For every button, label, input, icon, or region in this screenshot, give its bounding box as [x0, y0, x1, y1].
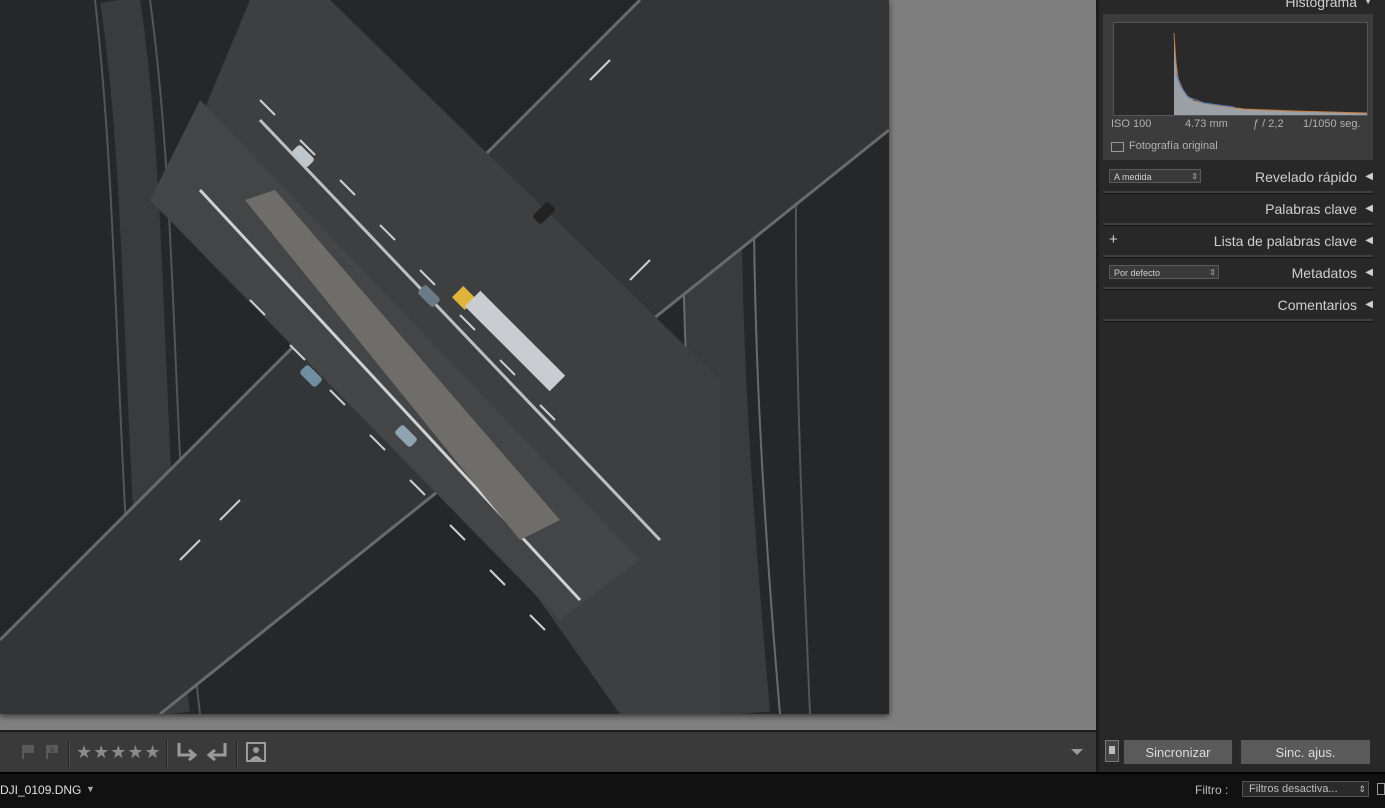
exif-iso: ISO 100 [1111, 118, 1152, 130]
star-rating[interactable]: ★★★★★ [76, 732, 162, 772]
toolbar-divider [236, 740, 238, 766]
filename-label[interactable]: DJI_0109.DNG [0, 783, 81, 797]
toolbar-menu-chevron-icon[interactable] [1070, 732, 1084, 772]
keyword-list-expand-icon[interactable]: ◀ [1365, 235, 1373, 246]
histogram-collapse-icon[interactable]: ▼ [1363, 0, 1373, 7]
keyword-list-title[interactable]: Lista de palabras clave [1214, 233, 1357, 249]
panel-divider [1103, 319, 1373, 322]
flag-pick-icon[interactable] [20, 732, 36, 772]
histogram-title[interactable]: Histograma [1285, 0, 1357, 10]
panel-divider [1103, 191, 1373, 194]
filter-label: Filtro : [1195, 783, 1229, 797]
rotate-left-icon[interactable] [175, 732, 199, 772]
metadata-preset-value: Por defecto [1114, 268, 1161, 278]
quick-develop-preset-select[interactable]: A medida ⇕ [1109, 169, 1201, 183]
quick-develop-title[interactable]: Revelado rápido [1255, 169, 1357, 185]
histogram-curve [1173, 32, 1368, 115]
right-panel: Histograma ▼ ISO 100 4.73 mm ƒ / 2,2 1/1… [1096, 0, 1385, 772]
photo-image [0, 0, 889, 714]
metadata-title[interactable]: Metadatos [1292, 265, 1357, 281]
filename-dropdown-icon[interactable]: ▼ [86, 784, 95, 794]
add-keyword-icon[interactable]: + [1109, 231, 1118, 248]
sync-button[interactable]: Sincronizar [1123, 739, 1233, 765]
panel-divider [1103, 287, 1373, 290]
sync-settings-button[interactable]: Sinc. ajus. [1240, 739, 1371, 765]
filter-select-value: Filtros desactiva... [1249, 783, 1338, 795]
filter-select[interactable]: Filtros desactiva... ⇕ [1242, 781, 1369, 797]
crop-frame-icon[interactable] [244, 732, 268, 772]
aerial-highway-photo[interactable] [0, 0, 889, 714]
panel-divider [1103, 223, 1373, 226]
metadata-expand-icon[interactable]: ◀ [1365, 267, 1373, 278]
quick-develop-expand-icon[interactable]: ◀ [1365, 171, 1373, 182]
toggle-knob [1109, 746, 1115, 754]
quick-develop-preset-value: A medida [1114, 172, 1152, 182]
rating-stars[interactable]: ★★★★★ [76, 742, 162, 763]
keywords-expand-icon[interactable]: ◀ [1365, 203, 1373, 214]
comments-expand-icon[interactable]: ◀ [1365, 299, 1373, 310]
flag-reject-icon[interactable]: x [44, 732, 60, 772]
rotate-right-icon[interactable] [205, 732, 229, 772]
keywords-title[interactable]: Palabras clave [1265, 201, 1357, 217]
comments-title[interactable]: Comentarios [1278, 297, 1357, 313]
svg-text:x: x [50, 745, 55, 754]
auto-sync-toggle[interactable] [1105, 740, 1119, 762]
original-photo-checkbox[interactable] [1111, 142, 1124, 152]
spinner-icon: ⇕ [1191, 172, 1198, 181]
histogram-graph [1113, 22, 1368, 116]
filmstrip-bar: DJI_0109.DNG ▼ Filtro : Filtros desactiv… [0, 772, 1385, 808]
panel-divider [1103, 255, 1373, 258]
toolbar-divider [166, 740, 168, 766]
original-photo-label: Fotografía original [1129, 140, 1218, 152]
exif-aperture: ƒ / 2,2 [1253, 118, 1284, 130]
toolbar-divider [68, 740, 70, 766]
exif-shutter: 1/1050 seg. [1303, 118, 1361, 130]
histogram-box: ISO 100 4.73 mm ƒ / 2,2 1/1050 seg. Foto… [1103, 14, 1373, 160]
metadata-preset-select[interactable]: Por defecto ⇕ [1109, 265, 1219, 279]
image-viewport[interactable] [0, 0, 1096, 730]
lock-filter-icon[interactable] [1377, 783, 1385, 795]
library-toolbar: x ★★★★★ [0, 730, 1096, 772]
spinner-icon: ⇕ [1358, 784, 1366, 794]
exif-focal-length: 4.73 mm [1185, 118, 1228, 130]
spinner-icon: ⇕ [1209, 268, 1216, 277]
